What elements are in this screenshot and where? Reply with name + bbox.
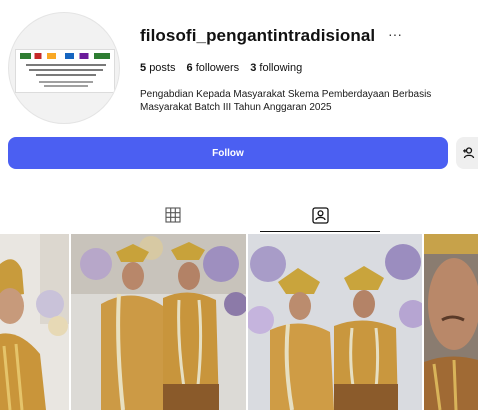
- post-2-image: [71, 234, 246, 410]
- following-count-value: 3: [250, 62, 257, 74]
- avatar-text-line: [39, 81, 93, 83]
- tagged-post-4[interactable]: [424, 234, 478, 410]
- followers-count-label: followers: [195, 62, 240, 74]
- tab-posts[interactable]: [113, 200, 233, 232]
- followers-count[interactable]: 6 followers: [187, 62, 240, 74]
- avatar-text-line: [36, 74, 96, 76]
- profile-bio: Pengabdian Kepada Masyarakat Skema Pembe…: [140, 89, 432, 113]
- tagged-person-icon: [311, 207, 329, 224]
- post-1-image: [0, 234, 69, 410]
- profile-stats: 5 posts 6 followers 3 following: [140, 62, 310, 74]
- following-count[interactable]: 3 following: [250, 62, 302, 74]
- posts-count-label: posts: [149, 62, 176, 74]
- tagged-post-3[interactable]: [248, 234, 422, 410]
- profile-username: filosofi_pengantintradisional: [140, 26, 376, 45]
- following-count-label: following: [259, 62, 303, 74]
- post-4-image: [424, 234, 478, 410]
- profile-avatar[interactable]: [8, 12, 120, 124]
- tagged-post-2[interactable]: [71, 234, 246, 410]
- avatar-text-line: [44, 85, 88, 87]
- post-3-image: [248, 234, 422, 410]
- tagged-post-1[interactable]: [0, 234, 69, 410]
- grid-icon: [165, 207, 181, 223]
- tab-tagged[interactable]: [260, 200, 380, 232]
- posts-count[interactable]: 5 posts: [140, 62, 175, 74]
- followers-count-value: 6: [186, 62, 193, 74]
- avatar-banner-image: [15, 49, 115, 93]
- suggested-accounts-button[interactable]: [456, 137, 478, 169]
- avatar-logos: [20, 53, 110, 59]
- avatar-text-line: [29, 69, 103, 71]
- posts-count-value: 5: [140, 62, 147, 74]
- follow-button[interactable]: Follow: [8, 137, 448, 169]
- ellipsis-icon[interactable]: ···: [388, 26, 402, 42]
- add-person-icon: [463, 147, 475, 159]
- avatar-text-line: [26, 64, 106, 66]
